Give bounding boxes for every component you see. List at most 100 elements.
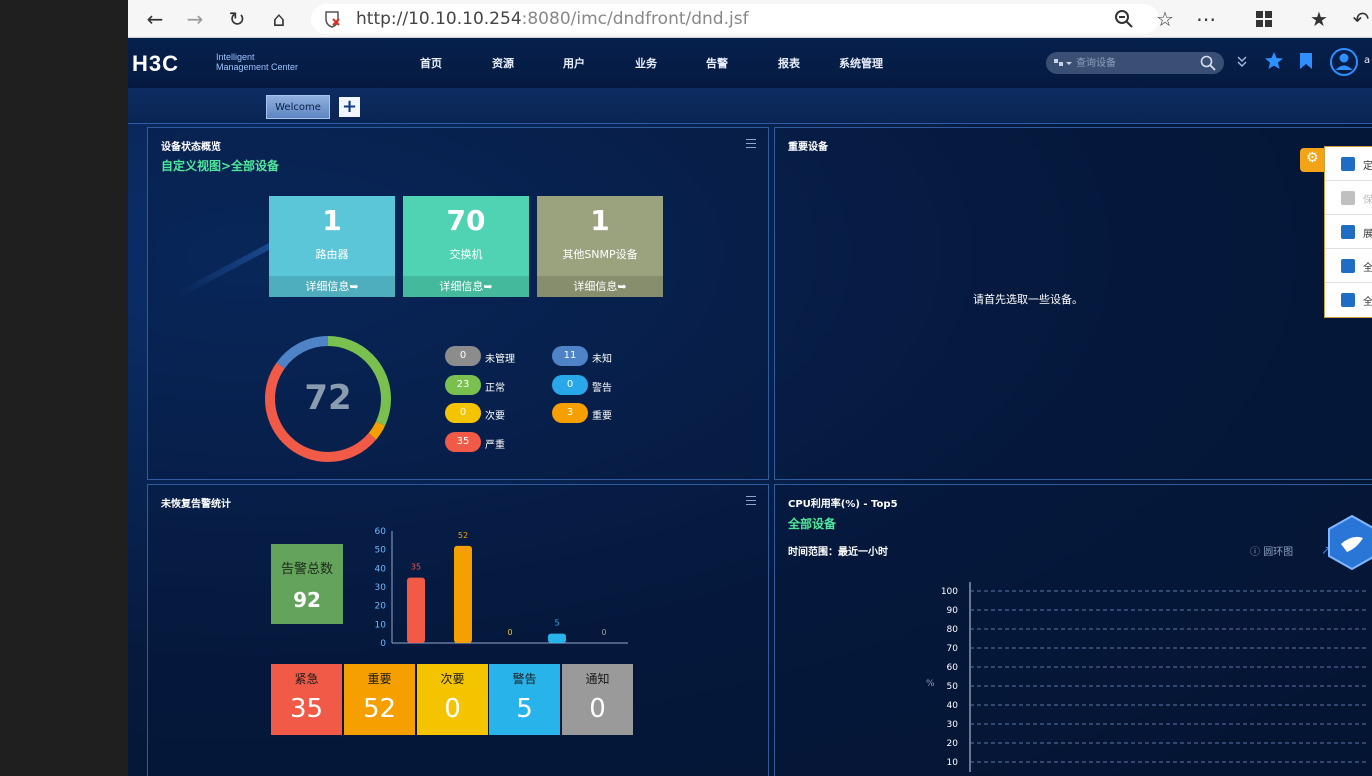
nav-reports[interactable]: 报表	[778, 55, 800, 71]
favorite-star-icon[interactable]: ☆	[1150, 4, 1180, 34]
not-secure-icon[interactable]	[323, 10, 341, 28]
panel-subtitle[interactable]: 全部设备	[788, 515, 836, 532]
panel-subtitle[interactable]: 自定义视图>全部设备	[161, 157, 279, 174]
severity-value: 0	[444, 694, 461, 724]
switch-count: 70	[446, 204, 486, 237]
severity-major-card[interactable]: 重要 52	[344, 664, 415, 735]
severity-value: 0	[589, 694, 606, 724]
apps-grid-icon[interactable]	[1249, 4, 1279, 34]
nav-home[interactable]: 首页	[420, 55, 442, 71]
panel-menu-icon[interactable]	[746, 496, 756, 505]
home-icon[interactable]: ⌂	[264, 4, 294, 34]
alarm-total-card[interactable]: 告警总数 92	[271, 544, 343, 624]
menu-item-expand-all[interactable]: 全	[1325, 283, 1372, 317]
bar-value-label: 52	[458, 531, 468, 540]
legend-warning-count[interactable]: 0	[552, 375, 588, 395]
other-snmp-card[interactable]: 1 其他SNMP设备 详细信息➥	[537, 196, 663, 297]
legend-normal-count[interactable]: 23	[445, 375, 481, 395]
nav-resources[interactable]: 资源	[492, 55, 514, 71]
switch-card[interactable]: 70 交换机 详细信息➥	[403, 196, 529, 297]
undo-icon[interactable]: ↶	[1346, 4, 1372, 34]
severity-minor-card[interactable]: 次要 0	[417, 664, 488, 735]
y-tick-label: 20	[947, 739, 959, 749]
router-count: 1	[322, 204, 342, 237]
severity-value: 5	[516, 694, 533, 724]
legend-minor-count[interactable]: 0	[445, 403, 481, 423]
severity-label: 警告	[512, 672, 537, 686]
alarm-bar-chart: 01020304050603552050	[375, 527, 628, 649]
desktop-gutter	[0, 0, 128, 776]
favorites-list-icon[interactable]: ★	[1304, 4, 1334, 34]
y-tick-label: 30	[375, 583, 387, 593]
other-snmp-detail-link[interactable]: 详细信息➥	[537, 276, 663, 297]
add-tab-button[interactable]: +	[339, 97, 360, 117]
save-icon	[1341, 191, 1355, 205]
nav-alarms[interactable]: 告警	[706, 55, 728, 71]
severity-warning-card[interactable]: 警告 5	[489, 664, 560, 735]
bar[interactable]	[548, 633, 566, 643]
menu-item-expand[interactable]: 展	[1325, 215, 1372, 249]
y-tick-label: 10	[375, 620, 387, 630]
y-tick-label: 30	[947, 720, 959, 730]
url-text: http://10.10.10.254:8080/imc/dndfront/dn…	[356, 9, 749, 29]
severity-value: 52	[362, 694, 397, 724]
expand-icon	[1341, 225, 1355, 239]
user-name[interactable]: a	[1364, 55, 1370, 66]
arrow-circle-icon: ➥	[349, 280, 359, 293]
forward-icon[interactable]: →	[180, 4, 210, 34]
nav-users[interactable]: 用户	[563, 55, 585, 71]
y-tick-label: 60	[947, 663, 959, 673]
bar[interactable]	[407, 577, 425, 643]
user-avatar-icon[interactable]	[1329, 47, 1359, 77]
router-card[interactable]: 1 路由器 详细信息➥	[269, 196, 395, 297]
alarm-total-value: 92	[293, 588, 321, 612]
other-snmp-label: 其他SNMP设备	[562, 248, 638, 261]
legend-unknown-count[interactable]: 11	[552, 346, 588, 366]
router-detail-link[interactable]: 详细信息➥	[269, 276, 395, 297]
nav-services[interactable]: 业务	[635, 55, 657, 71]
menu-item-collapse-all[interactable]: 全	[1325, 249, 1372, 283]
device-status-ring: 72	[265, 336, 391, 462]
star-icon[interactable]	[1264, 51, 1284, 71]
more-icon[interactable]: ⋯	[1191, 4, 1221, 34]
nav-system-management[interactable]: 系统管理	[839, 55, 883, 71]
back-icon[interactable]: ←	[140, 4, 170, 34]
double-chevron-down-icon[interactable]	[1236, 55, 1248, 69]
logo-subtitle-line1: Intelligent	[216, 52, 255, 62]
search-icon[interactable]	[1200, 55, 1216, 71]
device-overview-panel: 设备状态概览 自定义视图>全部设备 1 路由器 详细信息➥ 70 交换机 详细信…	[147, 127, 769, 480]
ring-chart-toggle[interactable]: ⓘ 圆环图	[1250, 543, 1293, 558]
severity-label: 次要	[440, 672, 465, 686]
search-type-icon[interactable]	[1054, 57, 1072, 69]
menu-item-label: 全	[1363, 297, 1372, 308]
legend-unmanaged-label: 未管理	[485, 354, 515, 365]
panel-options-menu: 定 保 展 全 全	[1324, 146, 1372, 318]
arrow-circle-icon: ➥	[483, 280, 493, 293]
severity-critical-card[interactable]: 紧急 35	[271, 664, 342, 735]
ring-chart-label: 圆环图	[1263, 547, 1294, 558]
switch-detail-link[interactable]: 详细信息➥	[403, 276, 529, 297]
legend-major-count[interactable]: 3	[552, 403, 588, 423]
legend-unmanaged-count[interactable]: 0	[445, 346, 481, 366]
bookmark-icon[interactable]	[1299, 52, 1313, 70]
device-search-input[interactable]	[1076, 55, 1196, 71]
severity-info-card[interactable]: 通知 0	[562, 664, 633, 735]
legend-warning-label: 警告	[592, 383, 612, 394]
menu-item-save[interactable]: 保	[1325, 181, 1372, 215]
address-bar[interactable]: http://10.10.10.254:8080/imc/dndfront/dn…	[311, 4, 1159, 34]
plus-box-icon	[1341, 293, 1355, 307]
y-tick-label: 90	[947, 606, 959, 616]
panel-title: 重要设备	[788, 142, 828, 153]
empty-message: 请首先选取一些设备。	[973, 293, 1083, 306]
legend-critical-count[interactable]: 35	[445, 432, 481, 452]
tab-welcome[interactable]: Welcome	[266, 95, 330, 119]
zoom-icon[interactable]	[1109, 4, 1139, 34]
bar[interactable]	[454, 545, 472, 643]
switch-label: 交换机	[449, 248, 483, 261]
legend-minor-label: 次要	[485, 411, 505, 422]
menu-item-define[interactable]: 定	[1325, 147, 1372, 181]
panel-menu-icon[interactable]	[746, 139, 756, 148]
y-tick-label: 10	[947, 758, 959, 768]
reload-icon[interactable]: ↻	[222, 4, 252, 34]
settings-gear-button[interactable]: ⚙	[1300, 148, 1326, 172]
